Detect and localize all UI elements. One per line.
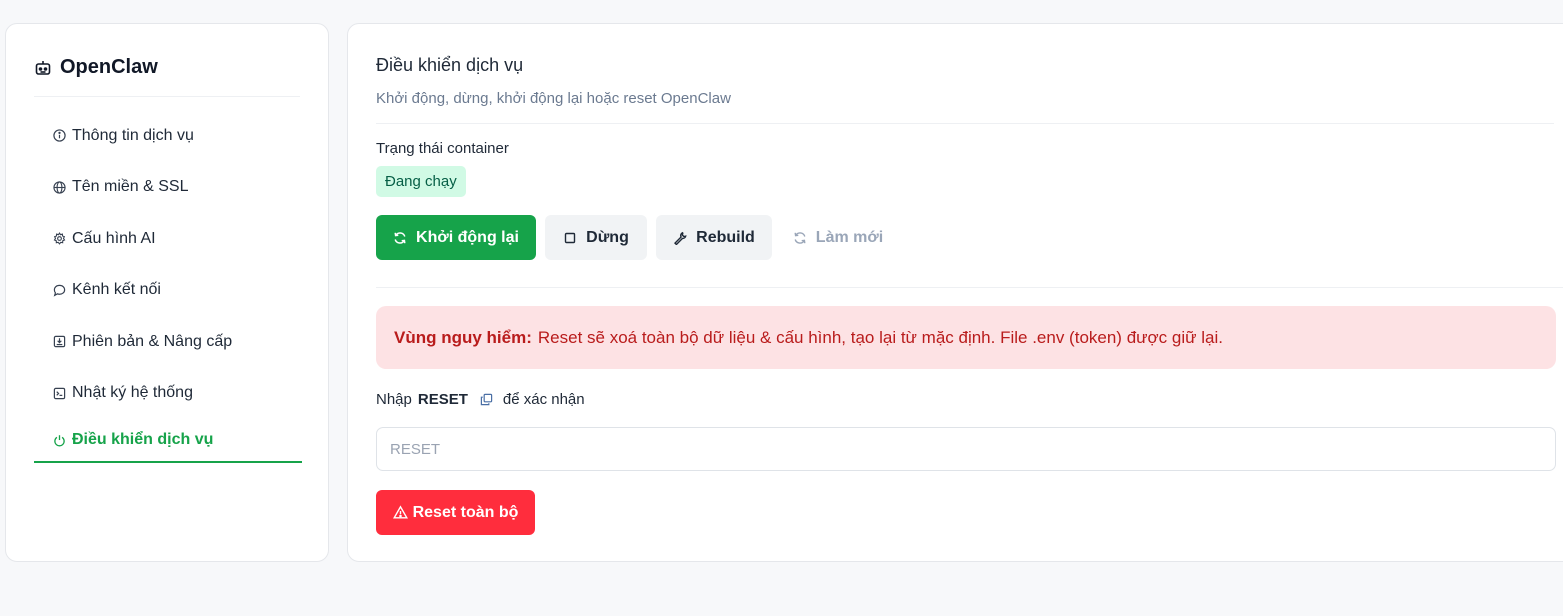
stop-square-icon xyxy=(563,231,577,245)
main-panel: Điều khiển dịch vụ Khởi động, dừng, khởi… xyxy=(347,23,1563,562)
refresh-icon xyxy=(793,231,807,245)
divider xyxy=(376,123,1554,124)
copy-icon[interactable] xyxy=(480,393,493,406)
sidebar-item-domain-ssl[interactable]: Tên miền & SSL xyxy=(34,162,302,214)
sidebar-item-service-info[interactable]: Thông tin dịch vụ xyxy=(34,110,302,162)
sidebar-item-label: Thông tin dịch vụ xyxy=(72,126,194,144)
sidebar-item-label: Nhật ký hệ thống xyxy=(72,384,193,402)
restart-button[interactable]: Khởi động lại xyxy=(376,215,536,260)
container-status-label: Trạng thái container xyxy=(376,140,509,157)
globe-icon xyxy=(53,181,66,194)
sidebar-item-channels[interactable]: Kênh kết nối xyxy=(34,265,302,317)
brand: OpenClaw xyxy=(34,56,158,79)
sidebar-item-system-log[interactable]: Nhật ký hệ thống xyxy=(34,368,302,420)
sidebar: OpenClaw Thông tin dịch vụ Tên miền & SS… xyxy=(5,23,329,562)
reset-all-button[interactable]: Reset toàn bộ xyxy=(376,490,535,535)
refresh-button-label: Làm mới xyxy=(815,228,884,246)
page-title: Điều khiển dịch vụ xyxy=(376,55,524,75)
wrench-icon xyxy=(673,231,687,245)
reset-confirm-label: Nhập RESET để xác nhận xyxy=(376,391,585,408)
status-badge: Đang chạy xyxy=(376,166,466,197)
danger-zone-message: Reset sẽ xoá toàn bộ dữ liệu & cấu hình,… xyxy=(537,327,1223,347)
stop-button-label: Dừng xyxy=(586,228,629,246)
brand-name: OpenClaw xyxy=(60,56,158,78)
restart-button-label: Khởi động lại xyxy=(416,228,519,246)
stop-button[interactable]: Dừng xyxy=(545,215,647,260)
sidebar-item-ai-config[interactable]: Cấu hình AI xyxy=(34,213,302,265)
robot-icon xyxy=(34,59,52,77)
confirm-keyword: RESET xyxy=(417,391,468,408)
sidebar-item-service-control[interactable]: Điều khiển dịch vụ xyxy=(34,419,302,463)
gear-icon xyxy=(53,232,66,246)
info-icon xyxy=(53,129,66,142)
sidebar-item-label: Kênh kết nối xyxy=(72,281,161,299)
sidebar-nav: Thông tin dịch vụ Tên miền & SSL Cấu hìn… xyxy=(34,110,302,463)
warning-triangle-icon xyxy=(392,505,408,520)
power-icon xyxy=(53,434,66,447)
confirm-suffix: để xác nhận xyxy=(502,391,585,408)
terminal-icon xyxy=(53,387,66,400)
sidebar-item-label: Điều khiển dịch vụ xyxy=(72,431,214,448)
page-subtitle: Khởi động, dừng, khởi động lại hoặc rese… xyxy=(376,90,731,107)
danger-zone-title: Vùng nguy hiểm: xyxy=(394,327,532,347)
divider xyxy=(34,96,300,97)
danger-zone-alert: Vùng nguy hiểm: Reset sẽ xoá toàn bộ dữ … xyxy=(376,306,1556,369)
confirm-prefix: Nhập xyxy=(376,391,412,408)
rebuild-button[interactable]: Rebuild xyxy=(656,215,772,260)
rebuild-button-label: Rebuild xyxy=(696,228,755,246)
chat-bubble-icon xyxy=(53,284,66,297)
download-box-icon xyxy=(53,335,66,348)
sidebar-item-label: Tên miền & SSL xyxy=(72,178,189,196)
reset-confirm-input[interactable] xyxy=(376,427,1556,471)
refresh-button[interactable]: Làm mới xyxy=(788,215,888,260)
reset-all-button-label: Reset toàn bộ xyxy=(412,503,519,521)
refresh-icon xyxy=(393,231,407,245)
sidebar-item-label: Phiên bản & Nâng cấp xyxy=(72,332,233,350)
sidebar-item-version-upgrade[interactable]: Phiên bản & Nâng cấp xyxy=(34,316,302,368)
sidebar-item-label: Cấu hình AI xyxy=(72,229,156,247)
divider xyxy=(376,287,1563,288)
